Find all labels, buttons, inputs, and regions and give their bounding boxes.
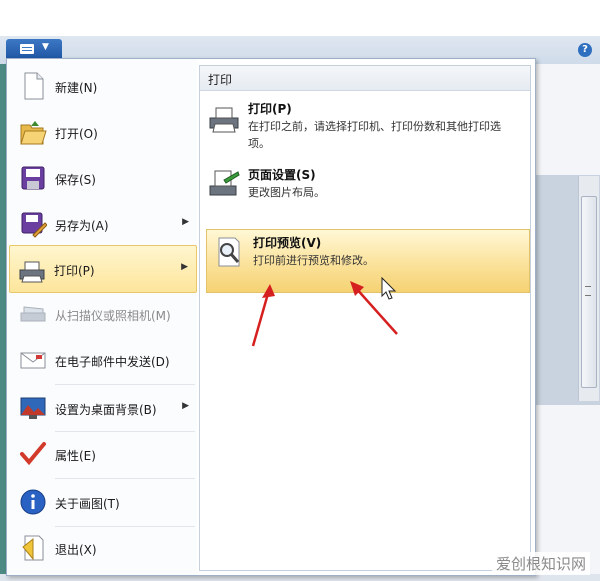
menu-item-new[interactable]: 新建(N) — [11, 63, 197, 109]
save-icon — [21, 166, 45, 190]
menu-item-properties[interactable]: 属性(E) — [11, 431, 197, 477]
submenu-header: 打印 — [200, 66, 530, 91]
desktop-background-icon — [20, 397, 46, 419]
app-menu: 新建(N) 打开(O) 保存(S) 另存为(A) ▶ 打印(P) ▶ 从扫描仪或… — [6, 58, 536, 576]
save-as-icon — [21, 212, 47, 238]
menu-item-label: 另存为(A) — [55, 219, 109, 233]
menu-item-print[interactable]: 打印(P) ▶ — [9, 245, 197, 293]
scrollbar-grip-icon — [585, 286, 591, 296]
menu-item-save-as[interactable]: 另存为(A) ▶ — [11, 201, 197, 247]
paint-menu-button[interactable]: ▼ — [6, 39, 62, 59]
page-setup-icon — [209, 170, 240, 196]
submenu-arrow-icon: ▶ — [182, 401, 189, 411]
menu-item-set-desktop-background[interactable]: 设置为桌面背景(B) ▶ — [11, 385, 197, 431]
printer-icon — [19, 261, 45, 283]
menu-item-send-email[interactable]: 在电子邮件中发送(D) — [11, 337, 197, 383]
menu-item-label: 在电子邮件中发送(D) — [55, 355, 170, 369]
info-icon — [20, 489, 46, 515]
menu-left-pane: 新建(N) 打开(O) 保存(S) 另存为(A) ▶ 打印(P) ▶ 从扫描仪或… — [7, 59, 197, 575]
submenu-arrow-icon: ▶ — [181, 262, 188, 272]
print-preview-icon — [218, 237, 240, 267]
menu-item-from-scanner: 从扫描仪或照相机(M) — [11, 291, 197, 337]
menu-item-label: 从扫描仪或照相机(M) — [55, 309, 171, 323]
watermark-text: 爱创根知识网 — [491, 552, 590, 575]
email-icon — [20, 352, 46, 369]
menu-item-exit[interactable]: 退出(X) — [11, 525, 197, 571]
submenu-item-print-preview[interactable]: 打印预览(V) 打印前进行预览和修改。 — [206, 229, 530, 293]
properties-check-icon — [20, 442, 46, 466]
submenu-item-print[interactable]: 打印(P) 在打印之前，请选择打印机、打印份数和其他打印选项。 — [202, 96, 528, 154]
submenu-item-title: 打印预览(V) — [253, 236, 322, 250]
submenu-item-description: 在打印之前，请选择打印机、打印份数和其他打印选项。 — [248, 120, 501, 150]
menu-item-save[interactable]: 保存(S) — [11, 155, 197, 201]
menu-item-label: 关于画图(T) — [55, 497, 120, 511]
submenu-arrow-icon: ▶ — [182, 217, 189, 227]
menu-item-label: 打印(P) — [54, 264, 95, 278]
printer-icon — [209, 107, 239, 133]
menu-item-label: 打开(O) — [55, 127, 98, 141]
submenu-title: 打印 — [208, 73, 233, 87]
menu-item-label: 保存(S) — [55, 173, 96, 187]
menu-item-label: 属性(E) — [55, 449, 96, 463]
print-submenu: 打印 打印(P) 在打印之前，请选择打印机、打印份数和其他打印选项。 页面设置(… — [199, 65, 531, 571]
menu-item-label: 新建(N) — [55, 81, 98, 95]
menu-item-label: 设置为桌面背景(B) — [55, 403, 157, 417]
exit-icon — [22, 535, 44, 561]
submenu-item-description: 更改图片布局。 — [248, 186, 325, 199]
submenu-item-description: 打印前进行预览和修改。 — [253, 254, 374, 267]
submenu-item-title: 打印(P) — [248, 102, 292, 116]
menu-item-open[interactable]: 打开(O) — [11, 109, 197, 155]
menu-glyph-icon — [20, 44, 34, 54]
chevron-down-icon: ▼ — [42, 42, 49, 52]
help-icon[interactable]: ? — [578, 43, 592, 57]
new-file-icon — [24, 72, 44, 100]
submenu-item-title: 页面设置(S) — [248, 168, 316, 182]
submenu-item-page-setup[interactable]: 页面设置(S) 更改图片布局。 — [202, 162, 528, 212]
open-folder-icon — [20, 121, 47, 145]
menu-item-about-paint[interactable]: 关于画图(T) — [11, 479, 197, 525]
menu-item-label: 退出(X) — [55, 543, 97, 557]
scanner-icon — [20, 306, 46, 322]
